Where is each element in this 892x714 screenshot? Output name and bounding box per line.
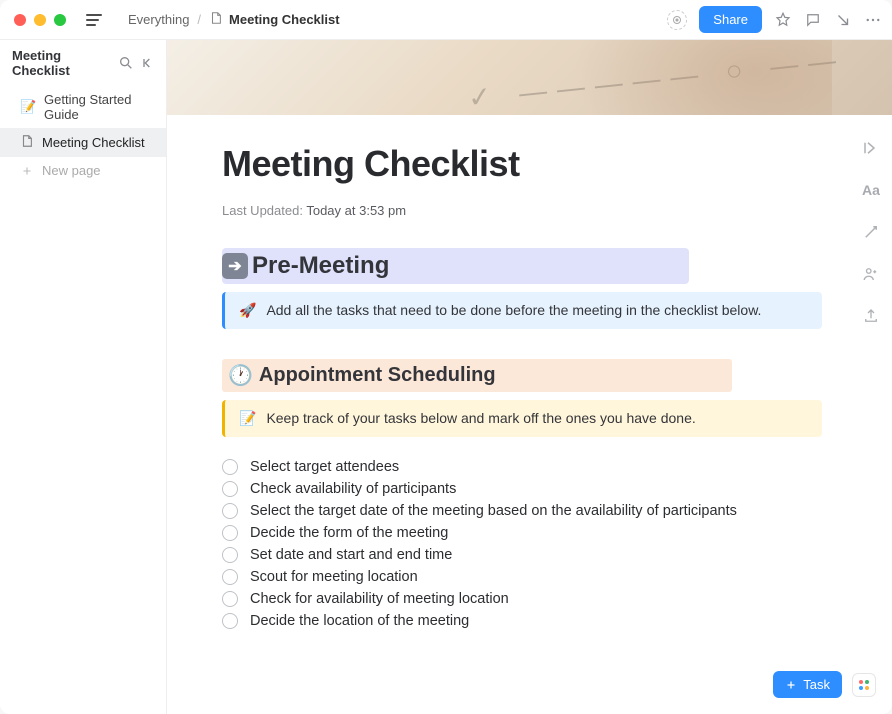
people-icon[interactable] — [861, 264, 881, 284]
todo-item[interactable]: Scout for meeting location — [222, 569, 832, 585]
todo-label: Decide the form of the meeting — [250, 525, 448, 541]
close-window-button[interactable] — [14, 14, 26, 26]
right-rail: Aa — [850, 40, 892, 714]
todo-item[interactable]: Select the target date of the meeting ba… — [222, 503, 832, 519]
todo-label: Select the target date of the meeting ba… — [250, 503, 737, 519]
breadcrumb-current-label: Meeting Checklist — [229, 12, 340, 27]
section-sched-title: Appointment Scheduling — [259, 364, 496, 387]
apps-icon — [859, 680, 869, 690]
new-page-label: New page — [42, 163, 101, 178]
collapse-icon[interactable] — [140, 55, 156, 71]
bottom-right-actions: Task — [773, 671, 876, 698]
todo-item[interactable]: Decide the form of the meeting — [222, 525, 832, 541]
memo-icon: 📝 — [20, 99, 36, 115]
todo-label: Check availability of participants — [250, 481, 456, 497]
callout-sched-text: Keep track of your tasks below and mark … — [266, 410, 695, 426]
breadcrumb-separator: / — [197, 12, 201, 27]
todo-item[interactable]: Set date and start and end time — [222, 547, 832, 563]
todo-label: Select target attendees — [250, 459, 399, 475]
sidebar-item-label: Meeting Checklist — [42, 135, 145, 150]
todo-checkbox[interactable] — [222, 547, 238, 563]
apps-button[interactable] — [852, 673, 876, 697]
callout-scheduling[interactable]: 📝 Keep track of your tasks below and mar… — [222, 400, 822, 437]
sidebar: Meeting Checklist 📝 Getting Started Guid… — [0, 40, 167, 714]
expand-icon[interactable] — [861, 138, 881, 158]
breadcrumb-root[interactable]: Everything — [122, 12, 189, 27]
sidebar-item-getting-started[interactable]: 📝 Getting Started Guide — [0, 86, 166, 128]
todo-checkbox[interactable] — [222, 503, 238, 519]
menu-toggle-button[interactable] — [86, 14, 102, 26]
document: Meeting Checklist Last Updated: Today at… — [167, 115, 892, 669]
todo-checkbox[interactable] — [222, 613, 238, 629]
todo-list: Select target attendees Check availabilit… — [222, 459, 832, 629]
titlebar-actions: Share — [667, 6, 882, 33]
todo-label: Scout for meeting location — [250, 569, 418, 585]
minimize-window-button[interactable] — [34, 14, 46, 26]
breadcrumb: Everything / Meeting Checklist — [122, 11, 340, 28]
search-icon[interactable] — [118, 55, 134, 71]
section-appointment-scheduling[interactable]: 🕐 Appointment Scheduling — [222, 359, 732, 392]
breadcrumb-root-label: Everything — [128, 12, 189, 27]
clock-icon: 🕐 — [228, 363, 253, 388]
todo-item[interactable]: Check for availability of meeting locati… — [222, 591, 832, 607]
main-area: Meeting Checklist Last Updated: Today at… — [167, 40, 892, 714]
comment-icon[interactable] — [804, 11, 822, 29]
sidebar-header: Meeting Checklist — [0, 40, 166, 86]
titlebar: Everything / Meeting Checklist Share — [0, 0, 892, 40]
font-icon[interactable]: Aa — [861, 180, 881, 200]
export-icon[interactable] — [861, 306, 881, 326]
share-button[interactable]: Share — [699, 6, 762, 33]
callout-pre-text: Add all the tasks that need to be done b… — [266, 302, 761, 318]
todo-item[interactable]: Check availability of participants — [222, 481, 832, 497]
todo-item[interactable]: Decide the location of the meeting — [222, 613, 832, 629]
todo-label: Set date and start and end time — [250, 547, 452, 563]
task-button[interactable]: Task — [773, 671, 842, 698]
nav-list: 📝 Getting Started Guide Meeting Checklis… — [0, 86, 166, 190]
rocket-icon: 🚀 — [239, 302, 256, 319]
sidebar-item-meeting-checklist[interactable]: Meeting Checklist — [0, 128, 166, 157]
sidebar-title: Meeting Checklist — [12, 48, 112, 78]
callout-pre-meeting[interactable]: 🚀 Add all the tasks that need to be done… — [222, 292, 822, 329]
page-icon — [20, 134, 34, 151]
meta-value: Today at 3:53 pm — [306, 203, 406, 218]
todo-label: Decide the location of the meeting — [250, 613, 469, 629]
todo-checkbox[interactable] — [222, 459, 238, 475]
todo-label: Check for availability of meeting locati… — [250, 591, 509, 607]
cover-image[interactable] — [167, 40, 892, 115]
page-icon — [209, 11, 223, 28]
magic-icon[interactable] — [861, 222, 881, 242]
last-updated: Last Updated: Today at 3:53 pm — [222, 203, 832, 218]
todo-checkbox[interactable] — [222, 481, 238, 497]
meta-label: Last Updated: — [222, 203, 303, 218]
todo-checkbox[interactable] — [222, 569, 238, 585]
sidebar-item-label: Getting Started Guide — [44, 92, 156, 122]
memo-icon: 📝 — [239, 410, 256, 427]
download-icon[interactable] — [834, 11, 852, 29]
window-controls — [14, 14, 66, 26]
activity-icon[interactable] — [667, 10, 687, 30]
star-icon[interactable] — [774, 11, 792, 29]
todo-checkbox[interactable] — [222, 525, 238, 541]
breadcrumb-current[interactable]: Meeting Checklist — [209, 11, 340, 28]
more-icon[interactable] — [864, 11, 882, 29]
section-pre-meeting[interactable]: ➔ Pre-Meeting — [222, 248, 689, 284]
task-button-label: Task — [803, 677, 830, 692]
todo-item[interactable]: Select target attendees — [222, 459, 832, 475]
page-title[interactable]: Meeting Checklist — [222, 143, 832, 185]
plus-icon — [20, 164, 34, 178]
section-pre-title: Pre-Meeting — [252, 252, 389, 280]
maximize-window-button[interactable] — [54, 14, 66, 26]
arrow-right-icon: ➔ — [222, 253, 248, 279]
new-page-button[interactable]: New page — [0, 157, 166, 184]
todo-checkbox[interactable] — [222, 591, 238, 607]
